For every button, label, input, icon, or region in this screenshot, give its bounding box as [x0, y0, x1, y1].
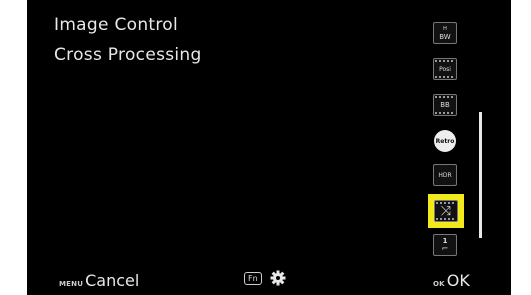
- option-posi[interactable]: Posi: [432, 56, 458, 82]
- posi-icon: Posi: [433, 58, 457, 80]
- option-bw[interactable]: H BW: [432, 20, 458, 46]
- retro-icon: Retro: [434, 130, 456, 152]
- option-retro[interactable]: Retro: [432, 128, 458, 154]
- bleach-bypass-icon: BB: [433, 94, 457, 116]
- camera-screen: Image Control Cross Processing H BW Posi…: [27, 0, 511, 295]
- cancel-button[interactable]: MENU Cancel: [59, 271, 139, 290]
- option-custom-1[interactable]: 1 ⌐: [432, 232, 458, 258]
- fn-settings-button[interactable]: Fn: [244, 270, 286, 286]
- menu-title: Image Control: [54, 15, 178, 35]
- ok-button[interactable]: OK OK: [433, 271, 470, 290]
- cross-processing-icon: ⤨: [434, 200, 458, 222]
- bw-icon: H BW: [433, 22, 457, 44]
- cancel-label: Cancel: [85, 271, 140, 290]
- selected-option-name: Cross Processing: [54, 45, 202, 65]
- menu-key-label: MENU: [59, 280, 84, 288]
- ok-key-label: OK: [433, 280, 445, 288]
- option-hdr[interactable]: HDR: [432, 162, 458, 188]
- option-bleach-bypass[interactable]: BB: [432, 92, 458, 118]
- ok-label: OK: [446, 271, 470, 290]
- fn-key-label: Fn: [244, 271, 262, 285]
- scrollbar[interactable]: [479, 112, 482, 238]
- option-cross-processing[interactable]: ⤨: [428, 194, 464, 228]
- custom-1-icon: 1 ⌐: [433, 234, 457, 256]
- bottom-bar: MENU Cancel Fn OK OK: [27, 265, 511, 295]
- gear-icon: [270, 270, 286, 286]
- hdr-icon: HDR: [433, 164, 457, 186]
